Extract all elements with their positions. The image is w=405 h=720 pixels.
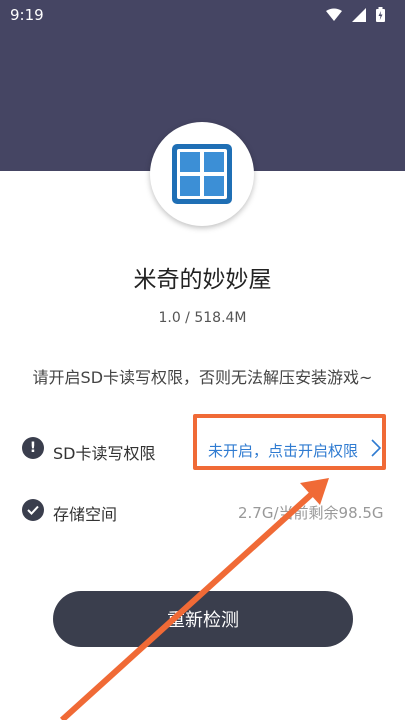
wifi-icon xyxy=(326,8,342,21)
window-grid-icon xyxy=(172,144,232,204)
storage-label: 存储空间 xyxy=(53,505,118,524)
app-icon-container xyxy=(150,122,254,226)
sd-permission-label: SD卡读写权限 xyxy=(53,444,156,463)
status-time: 9:19 xyxy=(10,6,44,24)
storage-value: 2.7G/当前剩余98.5G xyxy=(238,504,384,522)
check-circle-icon xyxy=(22,499,44,521)
permission-notice: 请开启SD卡读写权限，否则无法解压安装游戏~ xyxy=(32,368,373,387)
recheck-button[interactable]: 重新检测 xyxy=(53,591,353,647)
signal-icon xyxy=(352,7,366,22)
exclamation-circle-icon: ! xyxy=(22,437,44,459)
app-name: 米奇的妙妙屋 xyxy=(133,267,272,293)
status-bar: 9:19 xyxy=(0,0,405,32)
status-icons xyxy=(326,7,385,22)
battery-icon xyxy=(376,7,385,22)
version-size: 1.0 / 518.4M xyxy=(158,310,247,326)
highlight-annotation-box xyxy=(193,414,386,470)
